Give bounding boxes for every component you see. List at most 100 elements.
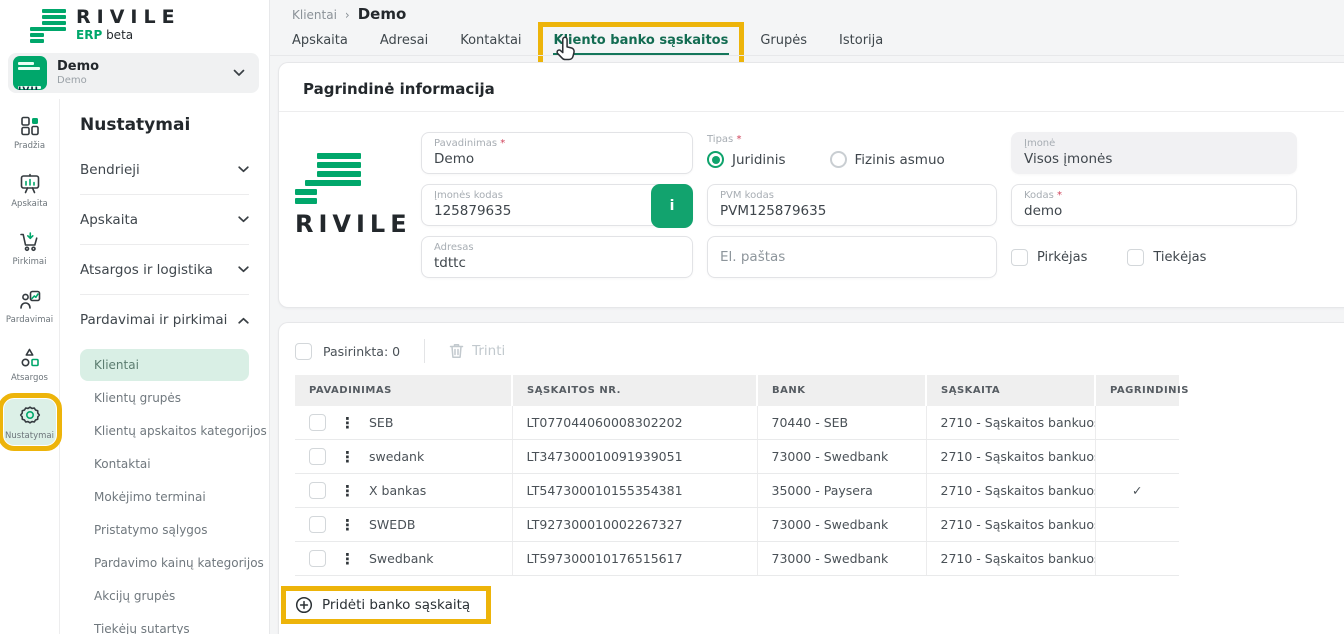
pagrindinis-cell (1095, 508, 1179, 542)
menu-item[interactable]: Akcijų grupės (80, 580, 249, 612)
plus-circle-icon (295, 596, 313, 614)
menu-section-2[interactable]: Atsargos ir logistika (80, 245, 249, 295)
menu-item[interactable]: Klientų apskaitos kategorijos (80, 415, 249, 447)
kebab-menu-icon[interactable]: ⋮ (340, 517, 355, 533)
pavadinimas-field[interactable]: Pavadinimas * Demo (421, 132, 693, 174)
tab-5[interactable]: Istorija (839, 33, 883, 48)
radio-juridinis[interactable]: Juridinis (707, 151, 786, 168)
table-row: ⋮SWEDB LT927300010002267327 73000 - Swed… (295, 508, 1179, 542)
row-checkbox[interactable] (309, 550, 326, 567)
col-saskaitos-nr: SĄSKAITOS NR. (512, 375, 757, 406)
panel-title: Pagrindinė informacija (279, 63, 1344, 111)
settings-menu: Nustatymai Bendrieji Apskaita Atsargos i… (60, 99, 269, 634)
tipas-radio-group: Tipas * Juridinis Fizinis asmuo (707, 132, 997, 174)
main-area: Klientai › Demo Apskaita Adresai Kontaktai… (270, 0, 1344, 634)
col-pavadinimas: PAVADINIMAS (295, 375, 512, 406)
pagrindinis-cell: ✓ (1095, 474, 1179, 508)
menu-section-1[interactable]: Apskaita (80, 195, 249, 245)
tabs-divider (270, 55, 1344, 56)
tab-1[interactable]: Adresai (380, 33, 428, 48)
company-name: Demo (57, 60, 233, 75)
left-sidebar: RIVILE ERP beta IVIL Demo Demo Pradžia A… (0, 0, 270, 634)
row-checkbox[interactable] (309, 516, 326, 533)
pirkejas-checkbox[interactable]: Pirkėjas (1011, 249, 1087, 266)
table-row: ⋮SEB LT077044060008302202 70440 - SEB 27… (295, 406, 1179, 440)
tab-4[interactable]: Grupės (760, 33, 807, 48)
menu-section-3[interactable]: Pardavimai ir pirkimai (80, 295, 249, 345)
brand-erp: ERP (76, 28, 102, 42)
kebab-menu-icon[interactable]: ⋮ (340, 483, 355, 499)
info-button[interactable]: i (651, 184, 693, 228)
toolbar-divider (424, 339, 425, 363)
tab-2[interactable]: Kontaktai (460, 33, 521, 48)
menu-sections: Bendrieji Apskaita Atsargos ir logistika… (80, 145, 249, 345)
sidebar-rail-item-pradzia[interactable]: Pradžia (4, 109, 56, 155)
menu-item[interactable]: Pristatymo sąlygos (80, 514, 249, 546)
select-all-checkbox[interactable] (295, 343, 312, 360)
pagrindinis-cell (1095, 406, 1179, 440)
menu-item[interactable]: Klientų grupės (80, 382, 249, 414)
adresas-field[interactable]: Adresas tdttc (421, 236, 693, 278)
bank-accounts-panel: Pasirinkta: 0 Trinti PAVADINIMAS SĄSKAIT… (278, 322, 1344, 634)
bank-accounts-table: PAVADINIMAS SĄSKAITOS NR. BANK SĄSKAITA … (295, 375, 1179, 576)
add-bank-account-button[interactable]: Pridėti banko sąskaitą (286, 591, 486, 619)
pvm-kodas-field[interactable]: PVM kodas PVM125879635 (707, 184, 997, 226)
breadcrumb-parent[interactable]: Klientai (292, 8, 337, 22)
sidebar-rail-item-atsargos[interactable]: Atsargos (4, 341, 56, 387)
row-checkbox[interactable] (309, 448, 326, 465)
chevron-icon (238, 166, 249, 173)
menu-section-0[interactable]: Bendrieji (80, 145, 249, 195)
menu-item[interactable]: Klientai (80, 349, 249, 381)
breadcrumb: Klientai › Demo (292, 5, 406, 23)
sidebar-rail-item-apskaita[interactable]: Apskaita (4, 167, 56, 213)
menu-items: KlientaiKlientų grupėsKlientų apskaitos … (80, 349, 249, 634)
breadcrumb-current: Demo (358, 5, 407, 23)
sidebar-rail-item-pirkimai[interactable]: Pirkimai (4, 225, 56, 271)
kodas-field[interactable]: Kodas * demo (1011, 184, 1297, 226)
el-pastas-field[interactable]: El. paštas (707, 236, 997, 278)
kebab-menu-icon[interactable]: ⋮ (340, 415, 355, 431)
general-info-panel: Pagrindinė informacija RIVILE Pavadinima… (278, 62, 1344, 308)
chevron-icon (238, 266, 249, 273)
app-logo: RIVILE ERP beta (0, 0, 269, 45)
table-row: ⋮swedank LT347300010091939051 73000 - Sw… (295, 440, 1179, 474)
table-toolbar: Pasirinkta: 0 Trinti (279, 323, 1344, 375)
imone-field: Įmonė Visos įmonės (1011, 132, 1297, 174)
delete-button[interactable]: Trinti (449, 343, 505, 359)
table-row: ⋮X bankas LT547300010155354381 35000 - P… (295, 474, 1179, 508)
menu-item[interactable]: Pardavimo kainų kategorijos (80, 547, 249, 579)
brand-name: RIVILE (76, 7, 181, 27)
table-body: ⋮SEB LT077044060008302202 70440 - SEB 27… (295, 406, 1179, 576)
sidebar-rail-item-pardavimai[interactable]: Pardavimai (4, 283, 56, 329)
client-form: Pavadinimas * Demo Tipas * Juridinis Fiz… (421, 132, 1297, 278)
add-button-highlight: Pridėti banko sąskaitą (281, 586, 491, 624)
settings-menu-title: Nustatymai (80, 115, 249, 135)
row-checkbox[interactable] (309, 414, 326, 431)
menu-item[interactable]: Kontaktai (80, 448, 249, 480)
radio-fizinis-asmuo[interactable]: Fizinis asmuo (830, 151, 945, 168)
chevron-down-icon (233, 69, 245, 77)
rivile-client-logo-icon (295, 153, 421, 204)
brand-beta: beta (106, 28, 133, 42)
radio-icon (830, 151, 847, 168)
client-logo: RIVILE (295, 132, 421, 278)
menu-item[interactable]: Tiekėjų sutartys (80, 613, 249, 634)
company-selector[interactable]: IVIL Demo Demo (8, 53, 259, 93)
selected-count: Pasirinkta: 0 (323, 344, 400, 359)
row-checkbox[interactable] (309, 482, 326, 499)
tiekejas-checkbox[interactable]: Tiekėjas (1127, 249, 1206, 266)
tab-bar: ApskaitaAdresaiKontaktaiKliento banko są… (292, 33, 883, 48)
imones-kodas-field[interactable]: Įmonės kodas 125879635 i (421, 184, 693, 226)
sidebar-rail-item-nustatymai[interactable]: Nustatymai (4, 399, 56, 445)
role-checkboxes: Pirkėjas Tiekėjas (1011, 236, 1297, 278)
kebab-menu-icon[interactable]: ⋮ (340, 449, 355, 465)
sales-icon (18, 287, 42, 313)
icon-rail: Pradžia Apskaita Pirkimai Pardavimai Ats… (0, 99, 60, 634)
kebab-menu-icon[interactable]: ⋮ (340, 551, 355, 567)
menu-item[interactable]: Mokėjimo terminai (80, 481, 249, 513)
checkbox-icon (1127, 249, 1144, 266)
col-bank: BANK (757, 375, 926, 406)
tab-0[interactable]: Apskaita (292, 33, 348, 48)
cart-icon (18, 229, 42, 255)
gear-icon (17, 403, 43, 429)
